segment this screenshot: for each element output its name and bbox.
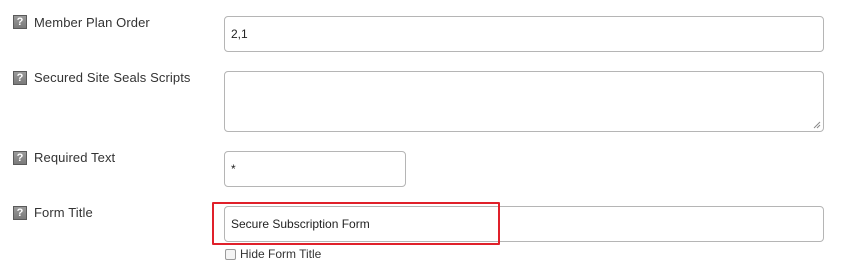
form-title-label: Form Title xyxy=(34,205,93,220)
resize-grip-icon[interactable] xyxy=(813,121,821,129)
required-text-input[interactable]: * xyxy=(224,151,406,187)
secured-site-seals-textarea[interactable] xyxy=(224,71,824,132)
required-text-label: Required Text xyxy=(34,150,116,165)
highlight-box xyxy=(212,202,500,245)
help-icon[interactable]: ? xyxy=(13,71,27,85)
member-plan-order-label: Member Plan Order xyxy=(34,15,150,30)
hide-form-title-label[interactable]: Hide Form Title xyxy=(240,247,321,261)
secured-site-seals-label: Secured Site Seals Scripts xyxy=(34,70,191,85)
help-icon[interactable]: ? xyxy=(13,15,27,29)
help-icon[interactable]: ? xyxy=(13,206,27,220)
help-icon[interactable]: ? xyxy=(13,151,27,165)
member-plan-order-input[interactable]: 2,1 xyxy=(224,16,824,52)
hide-form-title-checkbox[interactable] xyxy=(225,249,236,260)
